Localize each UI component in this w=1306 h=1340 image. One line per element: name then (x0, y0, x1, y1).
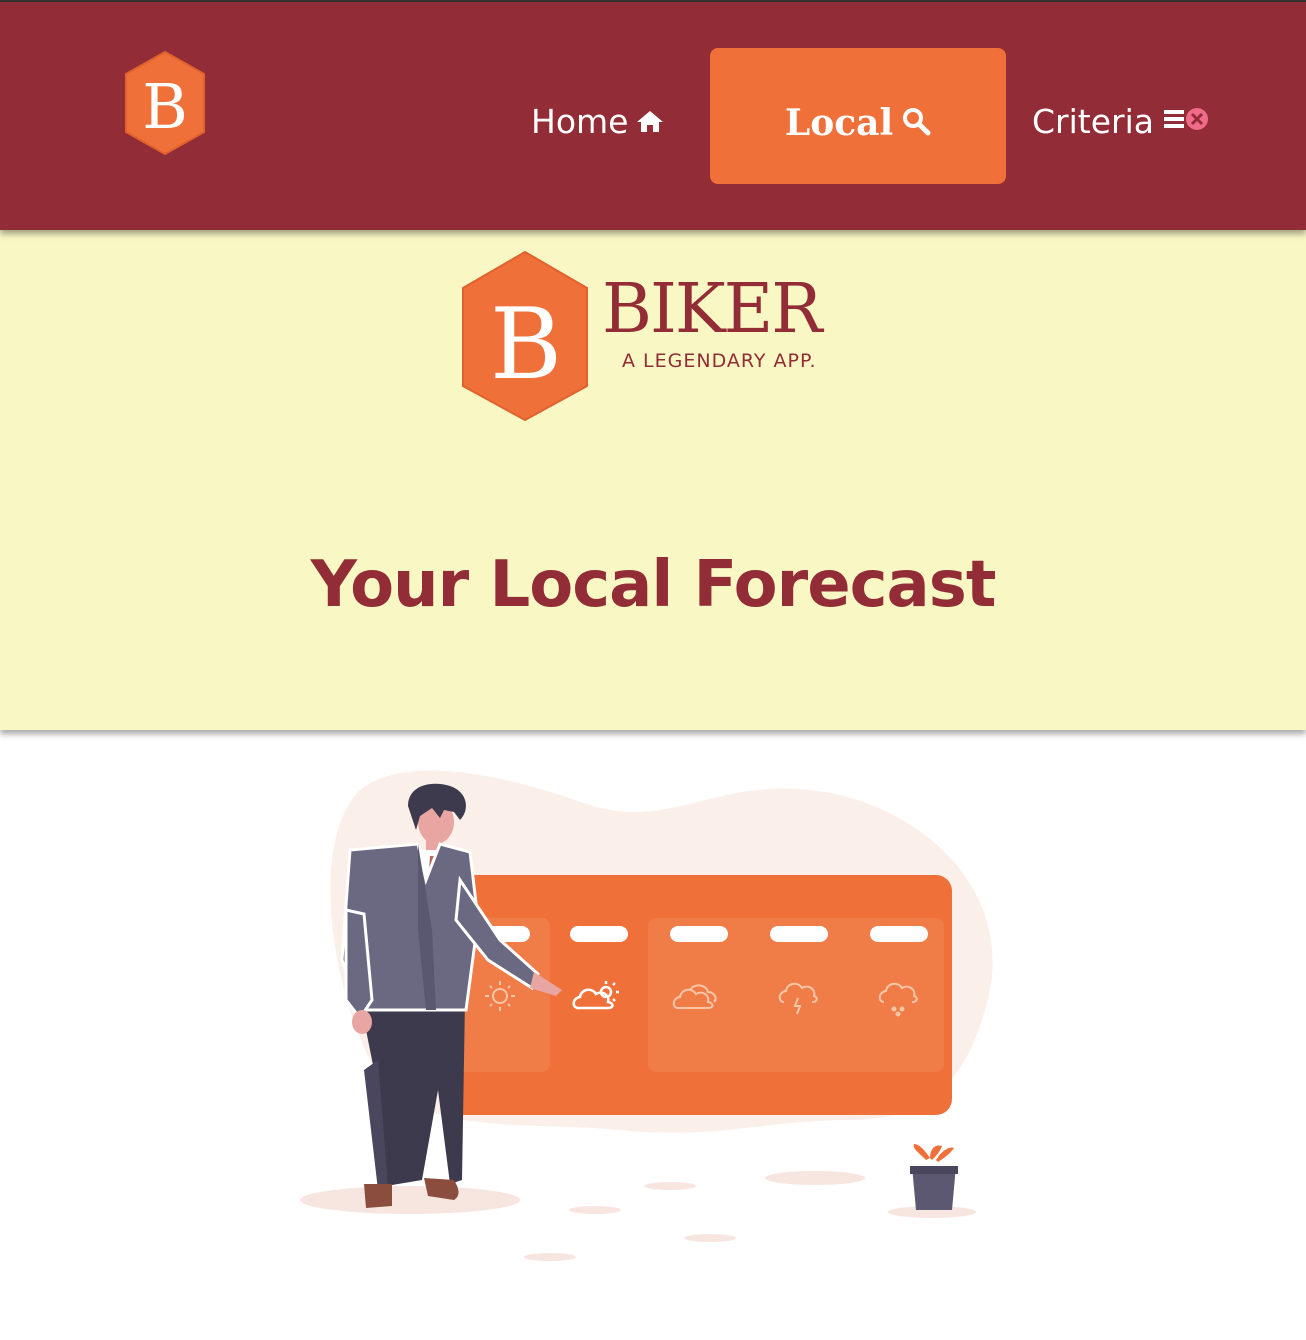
brand-name: BIKER (602, 270, 822, 349)
hero-banner: B BIKER A LEGENDARY APP. Your Local Fore… (0, 230, 1306, 730)
forecast-day-bar (870, 926, 928, 942)
nav-logo[interactable]: B (122, 48, 208, 158)
top-navbar: B Home Local Criteria (0, 2, 1306, 230)
nav-local-link[interactable]: Local (710, 48, 1006, 184)
forecast-day-bar (570, 926, 628, 942)
forecast-day-bar (670, 926, 728, 942)
ground-shadow (684, 1234, 736, 1242)
forecast-day-bar (770, 926, 828, 942)
ground-shadow (524, 1253, 576, 1261)
brand-tagline: A LEGENDARY APP. (622, 350, 817, 372)
nav-criteria-label: Criteria (1032, 102, 1154, 141)
nav-home-label: Home (531, 102, 629, 141)
nav-criteria-link[interactable]: Criteria (1032, 102, 1210, 141)
ground-shadow (300, 1186, 520, 1214)
list-close-icon (1162, 102, 1210, 141)
page-title: Your Local Forecast (310, 548, 997, 622)
ground-shadow (569, 1206, 621, 1214)
brand-logo-letter: B (490, 288, 562, 402)
ground-shadow (765, 1171, 865, 1185)
brand-logo: B (460, 250, 590, 422)
nav-logo-letter: B (142, 70, 188, 143)
nav-local-label: Local (784, 102, 894, 144)
home-icon (636, 102, 664, 141)
search-icon (901, 106, 931, 140)
potted-plant (910, 1144, 958, 1210)
ground-shadow (644, 1182, 696, 1190)
forecast-illustration (290, 760, 1010, 1280)
nav-home-link[interactable]: Home (531, 102, 664, 141)
